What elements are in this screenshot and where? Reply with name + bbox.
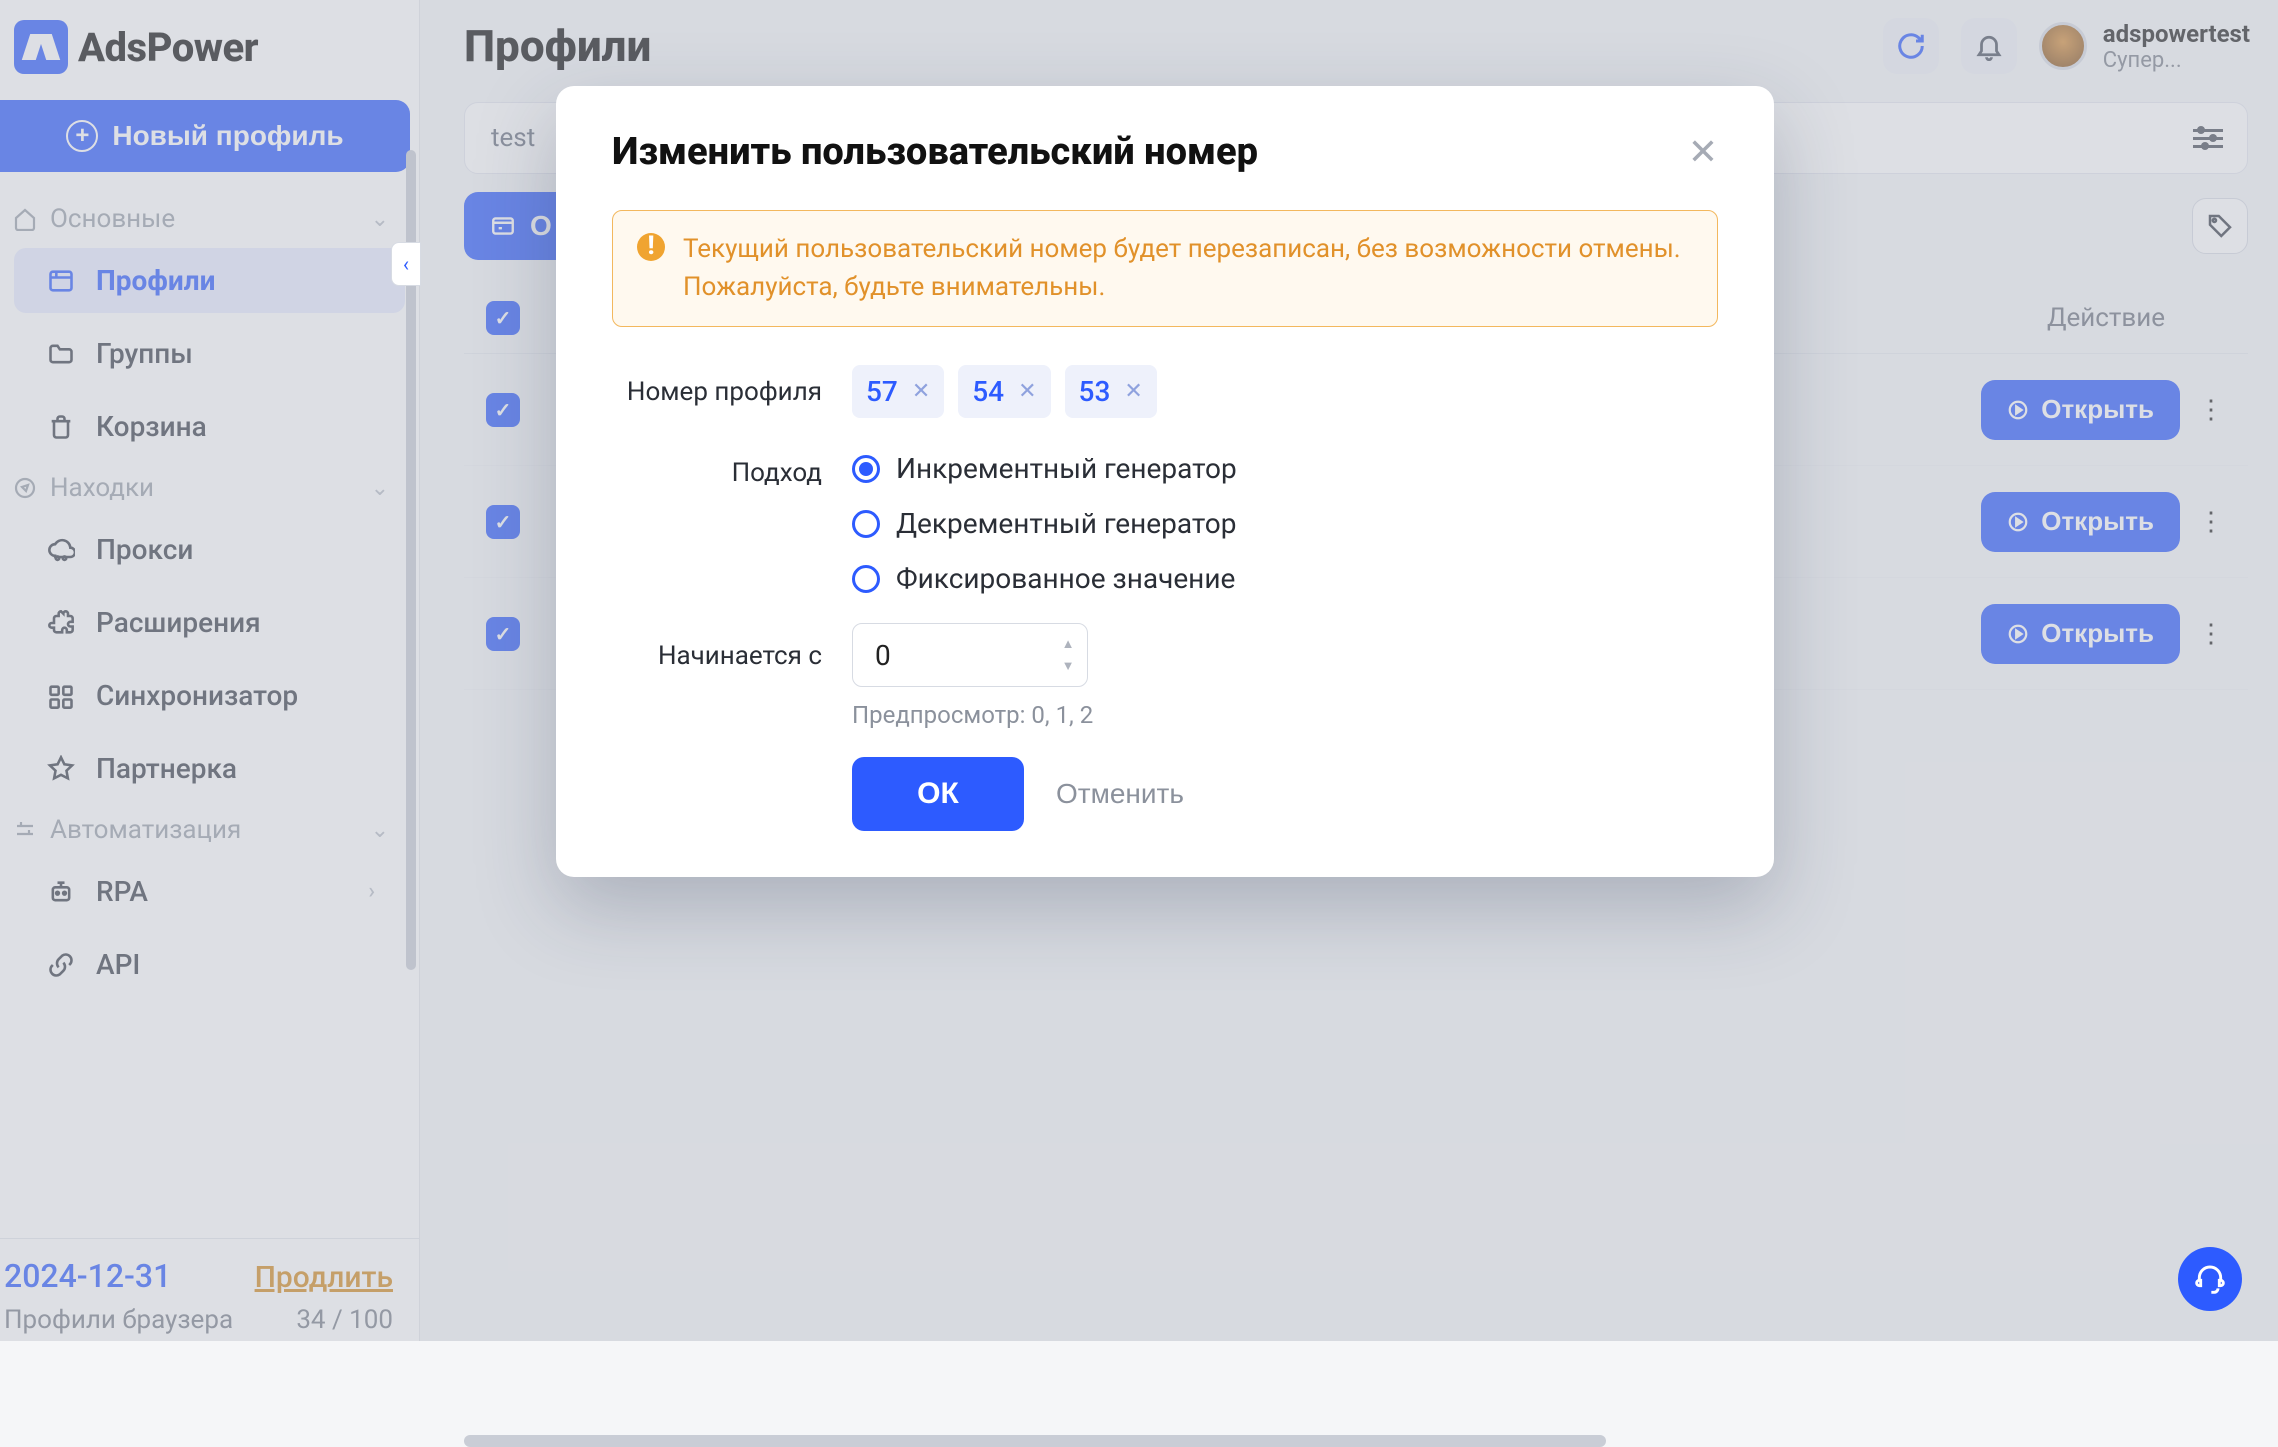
radio-decrement[interactable]: Декрементный генератор (852, 507, 1718, 540)
modal-close-button[interactable]: ✕ (1688, 131, 1718, 173)
modal-title: Изменить пользовательский номер (612, 130, 1258, 174)
tag: 54✕ (958, 365, 1050, 418)
profile-number-tags: 57✕ 54✕ 53✕ (852, 365, 1718, 418)
preview-text: Предпросмотр: 0, 1, 2 (852, 701, 1718, 729)
remove-tag-icon[interactable]: ✕ (1124, 379, 1142, 404)
radio-icon (852, 565, 880, 593)
remove-tag-icon[interactable]: ✕ (912, 379, 930, 404)
start-value: 0 (875, 639, 891, 672)
start-value-input[interactable]: 0 ▲ ▼ (852, 623, 1088, 687)
cancel-button[interactable]: Отменить (1056, 778, 1184, 810)
warning-icon: ! (637, 233, 665, 261)
label-profile-number: Номер профиля (612, 365, 822, 418)
table-horizontal-scrollbar[interactable] (464, 1435, 1606, 1447)
radio-icon (852, 510, 880, 538)
label-starts-with: Начинается с (612, 623, 822, 729)
radio-increment[interactable]: Инкрементный генератор (852, 452, 1718, 485)
label-approach: Подход (612, 446, 822, 595)
step-down-icon[interactable]: ▼ (1057, 656, 1079, 676)
ok-button[interactable]: ОК (852, 757, 1024, 831)
modal-change-user-number: Изменить пользовательский номер ✕ ! Теку… (556, 86, 1774, 877)
remove-tag-icon[interactable]: ✕ (1018, 379, 1036, 404)
modal-alert: ! Текущий пользовательский номер будет п… (612, 210, 1718, 327)
step-up-icon[interactable]: ▲ (1057, 634, 1079, 654)
radio-icon (852, 455, 880, 483)
alert-text: Текущий пользовательский номер будет пер… (683, 231, 1689, 306)
radio-fixed[interactable]: Фиксированное значение (852, 562, 1718, 595)
approach-radios: Инкрементный генератор Декрементный гене… (852, 446, 1718, 595)
support-fab[interactable] (2178, 1247, 2242, 1311)
sidebar-collapse-handle[interactable]: ‹ (391, 242, 421, 286)
tag: 53✕ (1065, 365, 1157, 418)
tag: 57✕ (852, 365, 944, 418)
